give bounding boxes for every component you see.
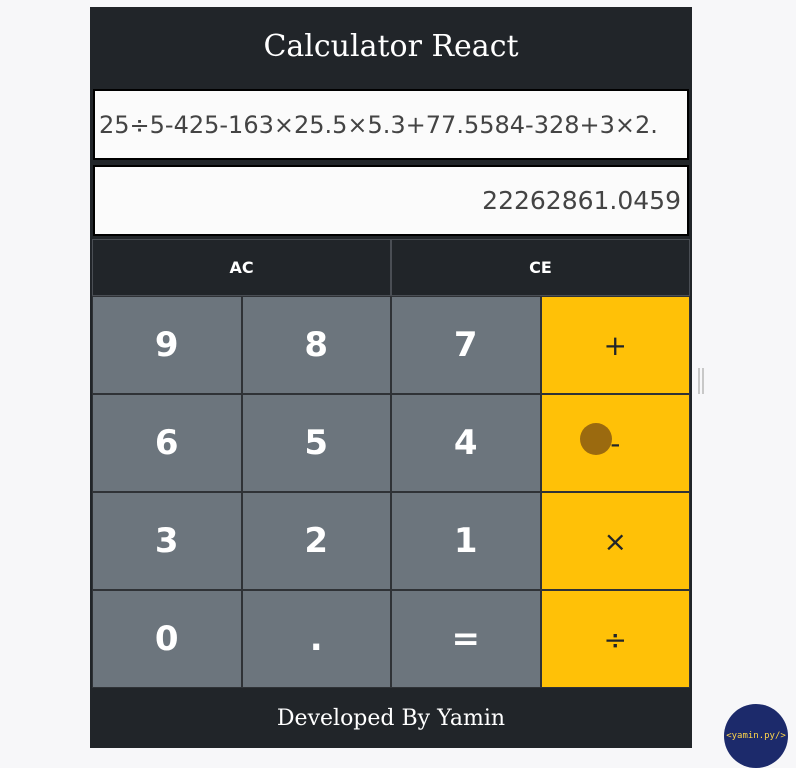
key-plus[interactable]: + — [540, 296, 690, 394]
app-title: Calculator React — [263, 28, 519, 64]
control-row: AC CE — [92, 239, 690, 296]
ac-button[interactable]: AC — [92, 239, 391, 296]
keypad: 9 8 7 + 6 5 4 - 3 2 1 × 0 . = ÷ — [92, 296, 690, 688]
mouse-cursor-icon — [579, 423, 612, 455]
key-minus[interactable]: - — [540, 394, 690, 492]
key-8[interactable]: 8 — [241, 296, 391, 394]
ce-button[interactable]: CE — [391, 239, 690, 296]
expression-display: 25÷5-425-163×25.5×5.3+77.5584-328+3×2. — [93, 89, 689, 160]
key-equals[interactable]: = — [391, 590, 541, 688]
channel-logo-text: <yamin.py/> — [726, 731, 786, 741]
key-2[interactable]: 2 — [241, 492, 391, 590]
key-1[interactable]: 1 — [391, 492, 541, 590]
key-divide[interactable]: ÷ — [540, 590, 690, 688]
key-3[interactable]: 3 — [92, 492, 242, 590]
key-5[interactable]: 5 — [241, 394, 391, 492]
key-decimal[interactable]: . — [241, 590, 391, 688]
key-7[interactable]: 7 — [391, 296, 541, 394]
result-display: 22262861.0459 — [93, 165, 689, 236]
footer-credit: Developed By Yamin — [276, 705, 506, 731]
key-minus-label: - — [610, 426, 621, 460]
channel-logo: <yamin.py/> — [724, 704, 788, 768]
key-6[interactable]: 6 — [92, 394, 242, 492]
key-9[interactable]: 9 — [92, 296, 242, 394]
key-0[interactable]: 0 — [92, 590, 242, 688]
calculator-panel: Calculator React 25÷5-425-163×25.5×5.3+7… — [90, 7, 692, 748]
key-4[interactable]: 4 — [391, 394, 541, 492]
resize-handle-icon[interactable] — [698, 368, 704, 394]
key-multiply[interactable]: × — [540, 492, 690, 590]
